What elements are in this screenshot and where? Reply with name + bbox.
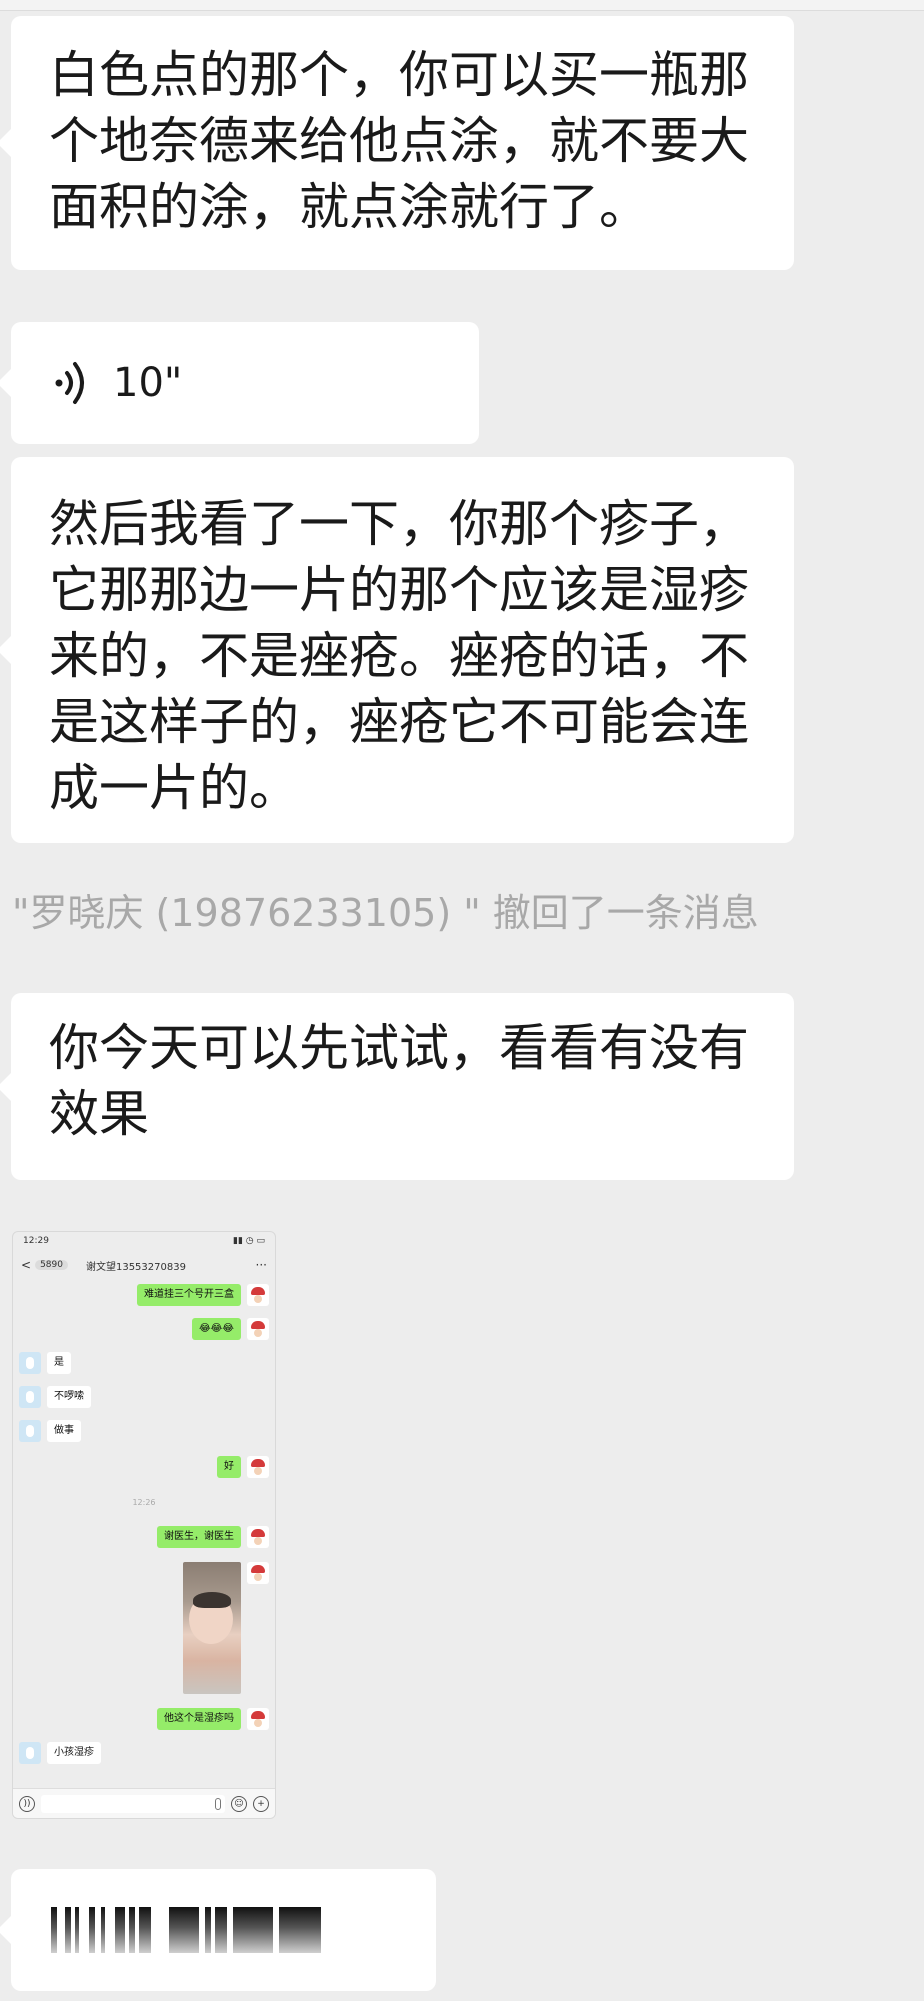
outgoing-message: 他这个是湿疹吗 [157,1708,269,1730]
back-icon: < [21,1258,32,1272]
message-text: 好 [217,1456,241,1478]
voice-icon: )) [19,1795,35,1812]
voice-duration: 10" [113,360,183,406]
plus-icon: + [253,1795,269,1812]
incoming-message-bubble[interactable]: 你今天可以先试试，看看有没有效果 [0,993,794,1180]
avatar [19,1386,41,1408]
outgoing-message: 谢医生，谢医生 [157,1526,269,1548]
avatar [247,1456,269,1478]
avatar [247,1708,269,1730]
message-text: 谢医生，谢医生 [157,1526,241,1548]
message-text: 你今天可以先试试，看看有没有效果 [49,1019,749,1143]
status-icons: ▮▮ ◷ ▭ [233,1236,265,1246]
message-text: 然后我看了一下，你那个疹子，它那那边一片的那个应该是湿疹来的，不是痤疮。痤疮的话… [49,495,749,817]
outgoing-image-message [183,1562,269,1694]
embedded-input-bar: )) ☺ + [13,1788,275,1818]
image-message-screenshot[interactable]: 12:29 ▮▮ ◷ ▭ < 5890 谢文望13553270839 ··· 难… [12,1231,276,1819]
message-text: 他这个是湿疹吗 [157,1708,241,1730]
outgoing-message: 好 [217,1456,269,1478]
voice-wave-icon [55,362,84,404]
embedded-input-field [41,1794,225,1813]
embedded-status-bar: 12:29 ▮▮ ◷ ▭ [13,1232,275,1250]
timestamp: 12:26 [132,1498,156,1507]
message-text: 小孩湿疹 [47,1742,101,1764]
incoming-message-bubble[interactable]: 然后我看了一下，你那个疹子，它那那边一片的那个应该是湿疹来的，不是痤疮。痤疮的话… [0,457,794,843]
incoming-message: 不啰嗦 [19,1386,91,1408]
incoming-message-bubble[interactable]: 白色点的那个，你可以买一瓶那个地奈德来给他点涂，就不要大面积的涂，就点涂就行了。 [0,16,794,270]
incoming-message-bubble-redacted[interactable] [0,1869,436,1991]
incoming-message: 小孩湿疹 [19,1742,101,1764]
outgoing-message: 😂😂😂 [191,1318,269,1340]
baby-photo [183,1562,241,1694]
avatar [19,1742,41,1764]
avatar [19,1420,41,1442]
avatar [247,1284,269,1306]
avatar [247,1562,269,1584]
message-text: 做事 [47,1420,81,1442]
contact-name: 谢文望13553270839 [85,1261,186,1273]
message-text: 难道挂三个号开三盒 [137,1284,241,1306]
emoji-icon: ☺ [231,1795,247,1812]
message-text: 😂😂😂 [191,1318,241,1340]
message-text: 白色点的那个，你可以买一瓶那个地奈德来给他点涂，就不要大面积的涂，就点涂就行了。 [49,46,749,236]
message-text: 是 [47,1352,71,1374]
recall-notice: "罗晓庆 (19876233105) " 撤回了一条消息 [12,891,759,935]
more-icon: ··· [255,1258,267,1272]
incoming-message: 是 [19,1352,71,1374]
redacted-text [51,1907,321,1953]
message-text: 不啰嗦 [47,1386,91,1408]
outgoing-message: 难道挂三个号开三盒 [137,1284,269,1306]
voice-message-bubble[interactable]: 10" [0,322,479,444]
top-divider [0,0,924,11]
avatar [247,1318,269,1340]
embedded-chat-header: < 5890 谢文望13553270839 ··· [13,1254,275,1276]
avatar [19,1352,41,1374]
avatar [247,1526,269,1548]
unread-count-badge: 5890 [35,1260,68,1270]
status-time: 12:29 [23,1236,49,1246]
incoming-message: 做事 [19,1420,81,1442]
